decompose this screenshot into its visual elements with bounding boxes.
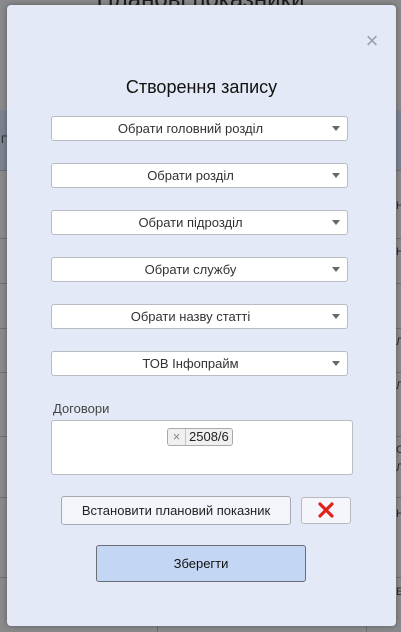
company-select[interactable]: ТОВ Інфопрайм (51, 351, 348, 376)
tag-remove-icon[interactable]: × (168, 429, 186, 445)
delete-button[interactable] (301, 497, 351, 524)
background-edge-text: Н (396, 246, 401, 258)
close-icon[interactable]: × (362, 30, 382, 52)
save-button[interactable]: Зберегти (96, 545, 306, 582)
chevron-down-icon (332, 173, 340, 178)
section-select[interactable]: Обрати розділ (51, 163, 348, 188)
tag-value: 2508/6 (189, 429, 229, 444)
select-value: Обрати підрозділ (138, 215, 243, 230)
article-name-select[interactable]: Обрати назву статті (51, 304, 348, 329)
background-edge-text: Н (396, 508, 401, 520)
contracts-label: Договори (53, 401, 110, 416)
chevron-down-icon (332, 361, 340, 366)
select-value: Обрати назву статті (130, 309, 251, 324)
chevron-down-icon (332, 314, 340, 319)
chevron-down-icon (332, 126, 340, 131)
subsection-select[interactable]: Обрати підрозділ (51, 210, 348, 235)
chevron-down-icon (332, 220, 340, 225)
modal-title: Створення запису (125, 77, 278, 97)
chevron-down-icon (332, 267, 340, 272)
background-edge-text: Н (396, 200, 401, 212)
background-edge-text: Л (396, 336, 401, 348)
background-edge-text: Е (396, 586, 401, 598)
main-section-select[interactable]: Обрати головний розділ (51, 116, 348, 141)
delete-x-icon (318, 502, 334, 518)
select-value: ТОВ Інфопрайм (142, 356, 239, 371)
background-edge-text: С (396, 444, 401, 456)
contract-tag: × 2508/6 (167, 428, 233, 446)
create-record-modal: × Створення запису Обрати головний розді… (7, 5, 396, 626)
select-value: Обрати головний розділ (117, 121, 264, 136)
background-edge-text: Л (396, 380, 401, 392)
service-select[interactable]: Обрати службу (51, 257, 348, 282)
select-value: Обрати розділ (147, 168, 234, 183)
contracts-multiselect[interactable]: × 2508/6 (51, 420, 353, 475)
set-planned-indicator-button[interactable]: Встановити плановий показник (61, 496, 291, 525)
select-value: Обрати службу (144, 262, 237, 277)
background-edge-text: Л (396, 462, 401, 474)
